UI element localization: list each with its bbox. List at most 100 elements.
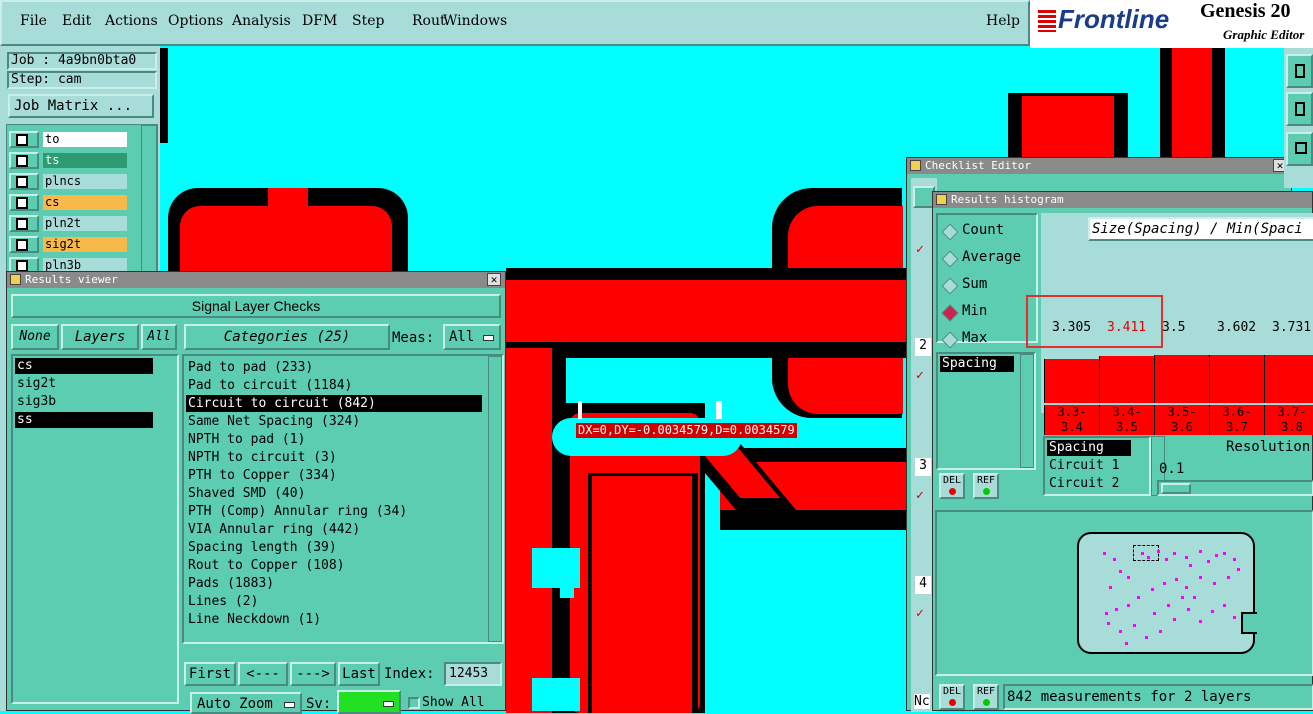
sv-dropdown[interactable] — [337, 690, 401, 714]
menu-file[interactable]: File — [20, 13, 47, 29]
job-matrix-button[interactable]: Job Matrix ... — [8, 94, 154, 118]
brand-logo: Frontline — [1058, 4, 1170, 34]
checklist-titlebar[interactable]: Checklist Editor ✕ — [907, 158, 1291, 174]
slider-thumb[interactable] — [1161, 483, 1191, 494]
close-icon[interactable]: ✕ — [487, 273, 501, 286]
category-item[interactable]: Shaved SMD (40) — [186, 485, 482, 502]
toolbar-button-3[interactable] — [1286, 132, 1313, 166]
circuit-list[interactable]: Spacing Circuit 1 Circuit 2 — [1043, 436, 1151, 496]
prev-button[interactable]: <--- — [238, 662, 288, 686]
toolbar-button-2[interactable] — [1286, 92, 1313, 126]
histogram-bar[interactable] — [1044, 359, 1099, 403]
side-number-3: 3 — [915, 458, 931, 476]
circuit-list-item[interactable]: Circuit 1 — [1047, 458, 1131, 474]
del-button-bottom[interactable]: DEL — [939, 684, 965, 710]
mode-radio-average[interactable]: Average — [941, 248, 1038, 270]
menu-rout[interactable]: Rout — [412, 13, 446, 29]
menu-edit[interactable]: Edit — [62, 13, 91, 29]
category-item[interactable]: VIA Annular ring (442) — [186, 521, 482, 538]
last-button[interactable]: Last — [338, 662, 380, 686]
category-item[interactable]: PTH (Comp) Annular ring (34) — [186, 503, 482, 520]
meas-dropdown[interactable]: All — [443, 324, 501, 350]
histogram-bar[interactable] — [1209, 355, 1264, 403]
categories-button[interactable]: Categories (25) — [184, 324, 390, 350]
menu-analysis[interactable]: Analysis — [232, 13, 291, 29]
layer-result-item[interactable]: sig2t — [15, 376, 153, 392]
next-button[interactable]: ---> — [290, 662, 336, 686]
spacing-item[interactable]: Spacing — [940, 356, 1014, 372]
all-button[interactable]: All — [141, 324, 177, 350]
menu-actions[interactable]: Actions — [105, 13, 158, 29]
mode-radio-max[interactable]: Max — [941, 329, 1038, 351]
histogram-titlebar[interactable]: Results histogram — [933, 192, 1312, 208]
mode-radio-min[interactable]: Min — [941, 302, 1038, 324]
categories-list[interactable]: Pad to pad (233) Pad to circuit (1184) Cir… — [182, 354, 504, 644]
categories-scrollbar[interactable] — [488, 356, 502, 642]
menu-dfm[interactable]: DFM — [302, 13, 337, 29]
ref-button-bottom[interactable]: REF — [973, 684, 999, 710]
histogram-bar[interactable] — [1264, 355, 1313, 403]
del-button[interactable]: DEL — [939, 473, 965, 499]
histogram-range-cell[interactable]: 3.7- 3.8 — [1264, 405, 1313, 435]
mode-radio-sum[interactable]: Sum — [941, 275, 1038, 297]
menu-options[interactable]: Options — [168, 13, 223, 29]
layer-row-plncs[interactable]: plncs — [9, 173, 127, 190]
layer-row-to[interactable]: to — [9, 131, 127, 148]
board-minimap[interactable] — [935, 510, 1313, 676]
category-item[interactable]: Pads (1883) — [186, 575, 482, 592]
export-icon — [1295, 64, 1305, 78]
layer-row-ts[interactable]: ts — [9, 152, 127, 169]
category-item[interactable]: NPTH to circuit (3) — [186, 449, 482, 466]
circuit-list-item[interactable]: Circuit 2 — [1047, 476, 1131, 492]
histogram-bar[interactable] — [1099, 356, 1154, 403]
histogram-bar[interactable] — [1154, 355, 1209, 403]
layer-result-item[interactable]: cs — [15, 358, 153, 374]
checkbox-icon — [16, 218, 28, 230]
ref-button[interactable]: REF — [973, 473, 999, 499]
toolbar-button-1[interactable] — [1286, 54, 1313, 88]
layer-result-item[interactable]: ss — [15, 412, 153, 428]
layer-result-item[interactable]: sig3b — [15, 394, 153, 410]
none-button[interactable]: None — [11, 324, 59, 350]
layer-toggle[interactable] — [9, 236, 39, 253]
mode-radio-count[interactable]: Count — [941, 221, 1038, 243]
results-viewer-titlebar[interactable]: Results viewer ✕ — [7, 272, 505, 288]
category-item[interactable]: Same Net Spacing (324) — [186, 413, 482, 430]
menu-help[interactable]: Help — [986, 13, 1020, 29]
layer-row-pln2t[interactable]: pln2t — [9, 215, 127, 232]
layers-button[interactable]: Layers — [61, 324, 139, 350]
resolution-slider[interactable] — [1157, 480, 1313, 496]
first-button[interactable]: First — [184, 662, 236, 686]
layer-toggle[interactable] — [9, 152, 39, 169]
histogram-range-cell[interactable]: 3.6- 3.7 — [1209, 405, 1264, 435]
layer-toggle[interactable] — [9, 215, 39, 232]
index-input[interactable]: 12453 — [444, 662, 502, 686]
layer-row-cs[interactable]: cs — [9, 194, 127, 211]
category-item[interactable]: PTH to Copper (334) — [186, 467, 482, 484]
category-item[interactable]: Pad to circuit (1184) — [186, 377, 482, 394]
layer-toggle[interactable] — [9, 173, 39, 190]
side-number-4: 4 — [915, 576, 931, 594]
circuit-list-item[interactable]: Spacing — [1047, 440, 1131, 456]
category-item[interactable]: NPTH to pad (1) — [186, 431, 482, 448]
category-item[interactable]: Pad to pad (233) — [186, 359, 482, 376]
histogram-range-cell[interactable]: 3.4- 3.5 — [1099, 405, 1154, 435]
layer-name: plncs — [43, 174, 127, 189]
layer-toggle[interactable] — [9, 131, 39, 148]
layer-results-list[interactable]: cs sig2t sig3b ss — [11, 354, 179, 704]
histogram-range-cell[interactable]: 3.3- 3.4 — [1044, 405, 1099, 435]
category-item[interactable]: Spacing length (39) — [186, 539, 482, 556]
category-item[interactable]: Lines (2) — [186, 593, 482, 610]
menu-step[interactable]: Step — [352, 13, 384, 29]
category-item[interactable]: Line Neckdown (1) — [186, 611, 482, 628]
mode-label: Count — [962, 222, 1005, 238]
spacing-list[interactable]: Spacing — [936, 352, 1036, 470]
category-item[interactable]: Rout to Copper (108) — [186, 557, 482, 574]
category-item[interactable]: Circuit to circuit (842) — [186, 395, 482, 412]
layer-toggle[interactable] — [9, 194, 39, 211]
spacing-scrollbar[interactable] — [1020, 354, 1034, 468]
show-all-checkbox[interactable] — [408, 697, 420, 709]
layer-row-sig2t[interactable]: sig2t — [9, 236, 127, 253]
histogram-range-cell[interactable]: 3.5- 3.6 — [1154, 405, 1209, 435]
menu-windows[interactable]: Windows — [443, 13, 507, 29]
